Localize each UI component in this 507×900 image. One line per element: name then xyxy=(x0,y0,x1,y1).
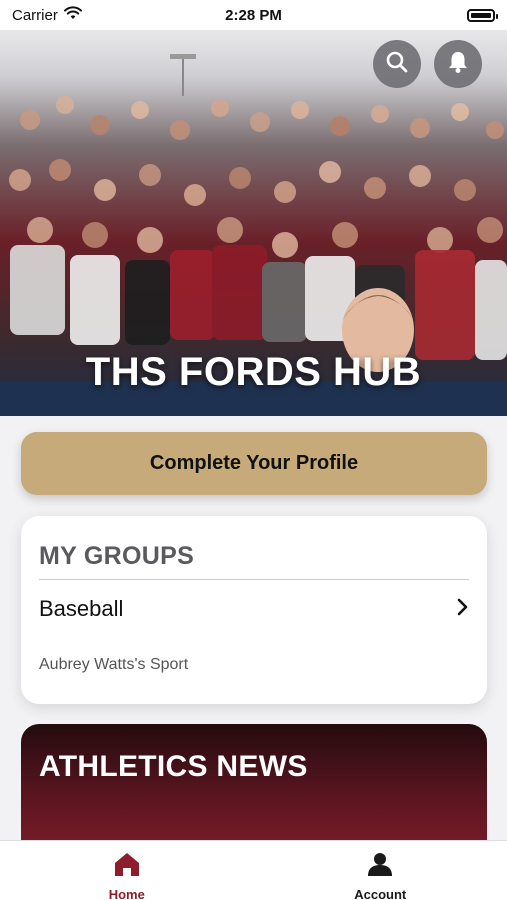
tab-bar: Home Account xyxy=(0,840,507,900)
person-icon xyxy=(367,851,393,882)
group-name: Baseball xyxy=(39,596,124,621)
wifi-icon xyxy=(63,6,82,24)
search-icon xyxy=(385,50,409,79)
divider xyxy=(39,579,469,580)
bell-icon xyxy=(447,50,469,79)
battery-icon xyxy=(467,8,498,22)
status-time: 2:28 PM xyxy=(225,6,282,24)
group-subtitle: Aubrey Watts's Sport xyxy=(39,656,189,673)
tab-home-label: Home xyxy=(108,887,145,900)
my-groups-card: MY GROUPS Baseball Aubrey Watts's Sport xyxy=(21,516,487,704)
group-item-baseball[interactable]: Baseball xyxy=(39,596,469,622)
complete-profile-button[interactable]: Complete Your Profile xyxy=(21,432,487,495)
status-left: Carrier xyxy=(12,6,82,24)
hero-title: THS FORDS HUB xyxy=(85,350,422,394)
my-groups-title: MY GROUPS xyxy=(39,542,195,570)
status-bar: Carrier 2:28 PM xyxy=(0,0,507,30)
chevron-right-icon xyxy=(455,598,469,621)
hero-banner: THS FORDS HUB xyxy=(0,30,507,416)
tab-account[interactable]: Account xyxy=(254,841,507,900)
tab-account-label: Account xyxy=(354,887,407,900)
athletics-news-card[interactable]: ATHLETICS NEWS xyxy=(21,724,487,854)
tab-home[interactable]: Home xyxy=(0,841,254,900)
home-icon xyxy=(113,851,141,882)
notifications-button[interactable] xyxy=(434,40,482,88)
carrier-label: Carrier xyxy=(12,6,58,24)
search-button[interactable] xyxy=(373,40,421,88)
athletics-news-title: ATHLETICS NEWS xyxy=(39,750,308,783)
